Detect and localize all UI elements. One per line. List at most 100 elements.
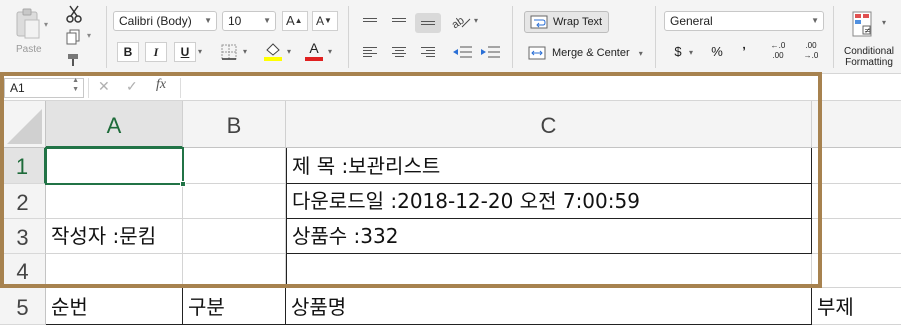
name-box[interactable]: A1 ▲ ▼ bbox=[4, 76, 84, 98]
column-header-a[interactable]: A bbox=[46, 101, 183, 148]
name-box-value: A1 bbox=[10, 81, 25, 95]
font-family-value: Calibri (Body) bbox=[119, 14, 192, 28]
currency-dropdown-icon[interactable]: ▾ bbox=[689, 48, 693, 57]
row-header-3[interactable]: 3 bbox=[0, 219, 46, 254]
comma-style-button[interactable]: ʼ bbox=[734, 42, 754, 62]
conditional-formatting-icon[interactable]: ≠ bbox=[852, 10, 878, 40]
copy-dropdown-icon[interactable]: ▾ bbox=[87, 31, 91, 40]
merge-dropdown-icon[interactable]: ▾ bbox=[639, 49, 643, 58]
cell-d4[interactable] bbox=[812, 254, 901, 288]
format-painter-icon[interactable] bbox=[62, 50, 86, 70]
decrease-indent-icon[interactable] bbox=[450, 42, 474, 62]
select-all-button[interactable] bbox=[0, 101, 46, 148]
chevron-down-icon: ▼ bbox=[263, 16, 271, 25]
up-arrow-icon: ▲ bbox=[294, 16, 303, 25]
paste-icon[interactable] bbox=[14, 8, 42, 40]
insert-function-icon[interactable]: fx bbox=[156, 77, 166, 93]
cell-c1[interactable]: 제 목 :보관리스트 bbox=[286, 148, 812, 184]
cell-b3[interactable] bbox=[183, 219, 286, 254]
spreadsheet-grid: A B C 1 제 목 :보관리스트 2 다운로드일 :2018-12-20 오… bbox=[0, 101, 901, 325]
separator bbox=[106, 6, 107, 68]
cell-b1[interactable] bbox=[183, 148, 286, 184]
font-color-dropdown-icon[interactable]: ▾ bbox=[328, 47, 332, 56]
cell-c4[interactable] bbox=[286, 254, 812, 288]
row-header-5[interactable]: 5 bbox=[0, 288, 46, 325]
cell-d1[interactable] bbox=[812, 148, 901, 184]
percent-button[interactable]: % bbox=[706, 42, 728, 62]
underline-button[interactable]: U bbox=[174, 42, 196, 62]
cell-c3[interactable]: 상품수 :332 bbox=[286, 219, 812, 254]
enter-icon[interactable]: ✓ bbox=[126, 78, 138, 95]
borders-icon[interactable] bbox=[219, 42, 241, 62]
column-header-d[interactable] bbox=[812, 101, 901, 148]
cancel-icon[interactable]: ✕ bbox=[98, 78, 110, 95]
number-format-dropdown[interactable]: General ▼ bbox=[664, 11, 824, 31]
increase-decimal-button[interactable]: ←.0 .00 bbox=[764, 41, 792, 65]
formula-input[interactable] bbox=[182, 77, 897, 99]
paste-label: Paste bbox=[16, 44, 42, 55]
cell-d3[interactable] bbox=[812, 219, 901, 254]
name-box-stepper-icon[interactable]: ▲ ▼ bbox=[72, 76, 79, 94]
separator bbox=[88, 78, 89, 98]
font-size-dropdown[interactable]: 10 ▼ bbox=[222, 11, 276, 31]
align-center-icon[interactable] bbox=[386, 42, 412, 62]
merge-center-icon bbox=[528, 46, 546, 60]
increase-indent-icon[interactable] bbox=[478, 42, 502, 62]
row-header-4[interactable]: 4 bbox=[0, 254, 46, 288]
decrease-decimal-button[interactable]: .00 →.0 bbox=[797, 41, 825, 65]
align-left-icon[interactable] bbox=[357, 42, 383, 62]
borders-dropdown-icon[interactable]: ▾ bbox=[243, 47, 247, 56]
row-header-1[interactable]: 1 bbox=[0, 148, 46, 184]
cell-d2[interactable] bbox=[812, 184, 901, 219]
conditional-formatting-dropdown-icon[interactable]: ▾ bbox=[882, 18, 886, 27]
merge-center-button[interactable]: Merge & Center ▾ bbox=[528, 44, 643, 63]
cell-a5[interactable]: 순번 bbox=[46, 288, 183, 325]
cell-a2[interactable] bbox=[46, 184, 183, 219]
fill-color-dropdown-icon[interactable]: ▾ bbox=[287, 47, 291, 56]
column-header-c[interactable]: C bbox=[286, 101, 812, 148]
decrease-font-size-label: A bbox=[316, 14, 325, 28]
increase-font-size-button[interactable]: A▲ bbox=[282, 11, 308, 31]
fill-color-icon[interactable] bbox=[262, 40, 284, 62]
currency-button[interactable]: $ bbox=[668, 42, 688, 62]
align-middle-icon[interactable] bbox=[386, 10, 412, 30]
copy-icon[interactable] bbox=[62, 27, 86, 47]
decrease-font-size-button[interactable]: A▼ bbox=[312, 11, 338, 31]
align-bottom-icon[interactable] bbox=[415, 13, 441, 33]
cell-c2[interactable]: 다운로드일 :2018-12-20 오전 7:00:59 bbox=[286, 184, 812, 219]
cell-a3[interactable]: 작성자 :문킴 bbox=[46, 219, 183, 254]
cell-b5[interactable]: 구분 bbox=[183, 288, 286, 325]
cell-c5[interactable]: 상품명 bbox=[286, 288, 812, 325]
orientation-dropdown-icon[interactable]: ▾ bbox=[474, 16, 478, 25]
separator bbox=[512, 6, 513, 68]
cell-b4[interactable] bbox=[183, 254, 286, 288]
orientation-icon[interactable]: ab bbox=[450, 11, 472, 31]
row-header-2[interactable]: 2 bbox=[0, 184, 46, 219]
cell-b2[interactable] bbox=[183, 184, 286, 219]
paste-dropdown-icon[interactable]: ▾ bbox=[44, 20, 48, 29]
italic-button[interactable]: I bbox=[145, 42, 167, 62]
cell-a4[interactable] bbox=[46, 254, 183, 288]
column-header-b[interactable]: B bbox=[183, 101, 286, 148]
font-color-button[interactable]: A bbox=[303, 40, 325, 62]
separator bbox=[833, 6, 834, 68]
bold-button[interactable]: B bbox=[117, 42, 139, 62]
chevron-down-icon: ▼ bbox=[811, 16, 819, 25]
svg-text:≠: ≠ bbox=[864, 26, 871, 35]
cut-icon[interactable] bbox=[62, 4, 86, 24]
wrap-text-icon bbox=[530, 15, 548, 29]
conditional-formatting-label[interactable]: Conditional Formatting bbox=[838, 46, 900, 68]
fill-handle[interactable] bbox=[180, 181, 186, 187]
svg-text:ab: ab bbox=[450, 15, 467, 31]
active-cell-selection bbox=[45, 147, 184, 185]
separator bbox=[655, 6, 656, 68]
increase-font-size-label: A bbox=[286, 13, 295, 28]
underline-dropdown-icon[interactable]: ▾ bbox=[198, 47, 202, 56]
font-color-swatch bbox=[305, 57, 323, 61]
align-top-icon[interactable] bbox=[357, 10, 383, 30]
wrap-text-button[interactable]: Wrap Text bbox=[524, 11, 609, 33]
ribbon: ▾ Paste ▾ Calibri (Body) ▼ 10 ▼ A▲ A▼ B … bbox=[0, 0, 901, 74]
cell-d5[interactable]: 부제 bbox=[812, 288, 901, 325]
align-right-icon[interactable] bbox=[415, 42, 441, 62]
font-family-dropdown[interactable]: Calibri (Body) ▼ bbox=[113, 11, 217, 31]
